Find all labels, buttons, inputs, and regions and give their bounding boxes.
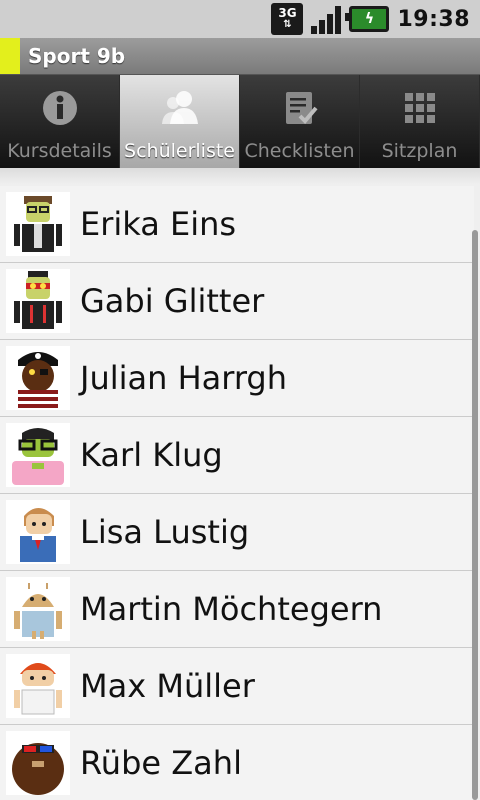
clock: 19:38 — [397, 6, 470, 32]
avatar-ruebe-icon — [6, 731, 70, 795]
tab-bar: Kursdetails Schülerliste Checklisten Sit… — [0, 75, 480, 168]
tab-sitzplan[interactable]: Sitzplan — [360, 75, 480, 168]
list-item[interactable]: Gabi Glitter — [0, 263, 474, 340]
list-item[interactable]: Max Müller — [0, 648, 474, 725]
student-name: Erika Eins — [80, 205, 237, 243]
student-name: Julian Harrgh — [80, 359, 288, 397]
student-name: Rübe Zahl — [80, 744, 242, 782]
tab-sitzplan-label: Sitzplan — [381, 140, 458, 162]
battery-charging-icon: ϟ — [345, 6, 390, 32]
status-bar: 3G ⇅ ϟ 19:38 — [0, 0, 480, 38]
people-icon — [156, 84, 204, 132]
grid-icon — [396, 84, 444, 132]
tab-checklisten[interactable]: Checklisten — [240, 75, 360, 168]
title-bar: Sport 9b — [0, 38, 480, 75]
list-item[interactable]: Karl Klug — [0, 417, 474, 494]
avatar-lisa-icon — [6, 500, 70, 564]
info-icon — [36, 84, 84, 132]
student-name: Max Müller — [80, 667, 255, 705]
list-item[interactable]: Martin Möchtegern — [0, 571, 474, 648]
list-item[interactable]: Erika Eins — [0, 186, 474, 263]
list-item[interactable]: Lisa Lustig — [0, 494, 474, 571]
tab-kursdetails-label: Kursdetails — [7, 140, 112, 162]
avatar-max-icon — [6, 654, 70, 718]
tab-kursdetails[interactable]: Kursdetails — [0, 75, 120, 168]
list-top-edge — [0, 168, 480, 184]
checklist-icon — [276, 84, 324, 132]
page-title: Sport 9b — [28, 44, 126, 68]
tab-schuelerliste-label: Schülerliste — [124, 140, 235, 162]
title-accent — [0, 38, 20, 74]
student-name: Martin Möchtegern — [80, 590, 383, 628]
tab-checklisten-label: Checklisten — [244, 140, 355, 162]
list-item[interactable]: Julian Harrgh — [0, 340, 474, 417]
scrollbar[interactable] — [472, 230, 478, 800]
avatar-gabi-icon — [6, 269, 70, 333]
avatar-martin-icon — [6, 577, 70, 641]
student-name: Lisa Lustig — [80, 513, 250, 551]
student-list[interactable]: Erika Eins Gabi Glitter Julian Harrgh Ka… — [0, 168, 480, 800]
signal-icon — [311, 4, 342, 34]
student-name: Karl Klug — [80, 436, 223, 474]
avatar-julian-pirate-icon — [6, 346, 70, 410]
network-3g-icon: 3G ⇅ — [271, 3, 304, 35]
avatar-karl-icon — [6, 423, 70, 487]
tab-schuelerliste[interactable]: Schülerliste — [120, 75, 240, 168]
avatar-erika-icon — [6, 192, 70, 256]
student-name: Gabi Glitter — [80, 282, 265, 320]
list-item[interactable]: Rübe Zahl — [0, 725, 474, 800]
network-label: 3G — [278, 6, 297, 20]
